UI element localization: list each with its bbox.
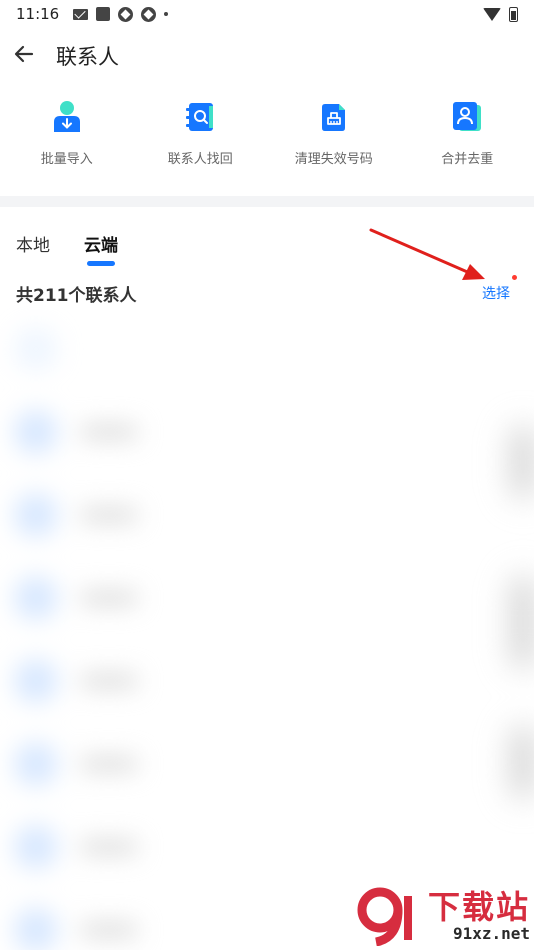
tool-clean-invalid[interactable]: 清理失效号码 — [267, 100, 401, 167]
scroll-edge-shadow — [512, 577, 534, 667]
battery-icon — [509, 6, 518, 22]
count-row: 共211个联系人 选择 — [16, 275, 518, 306]
avatar — [14, 907, 58, 950]
contact-book-search-icon — [186, 103, 214, 131]
tool-batch-import[interactable]: 批量导入 — [0, 100, 134, 167]
aperture-icon — [118, 6, 134, 22]
tab-cloud[interactable]: 云端 — [84, 231, 118, 256]
mail-icon — [73, 8, 89, 20]
name-placeholder — [80, 424, 138, 439]
avatar — [14, 326, 58, 371]
tab-bar: 本地 云端 — [16, 231, 118, 256]
watermark-logo-icon — [357, 887, 412, 946]
broom-clean-icon — [321, 104, 345, 131]
avatar — [14, 575, 58, 620]
header: 联系人 批量导入 联系人找回 清理失效号码 合并去重 — [0, 28, 534, 196]
tool-label: 合并去重 — [441, 152, 494, 167]
merge-contact-icon — [453, 102, 482, 131]
wifi-icon — [483, 7, 501, 21]
tool-contact-recover[interactable]: 联系人找回 — [134, 100, 268, 167]
square-icon — [96, 7, 111, 21]
avatar — [14, 741, 58, 786]
watermark-cn: 下载站 — [427, 887, 530, 926]
status-time: 11:16 — [16, 5, 60, 23]
scroll-edge-shadow — [512, 727, 534, 797]
watermark-en: 91xz.net — [452, 923, 530, 943]
name-placeholder — [80, 922, 138, 937]
back-button[interactable] — [10, 40, 38, 68]
status-bar: 11:16 — [0, 0, 534, 28]
tool-label: 清理失效号码 — [294, 152, 373, 167]
page-title: 联系人 — [56, 45, 119, 69]
contact-count: 共211个联系人 — [16, 285, 137, 306]
list-item[interactable] — [0, 390, 534, 473]
avatar — [14, 658, 58, 703]
watermark: 下载站 91xz.net — [356, 886, 530, 946]
tool-label: 批量导入 — [40, 152, 93, 167]
list-item[interactable] — [0, 722, 534, 805]
contacts-panel: 本地 云端 共211个联系人 选择 — [0, 207, 534, 950]
aperture-icon — [141, 6, 157, 22]
contact-list — [0, 307, 534, 950]
name-placeholder — [80, 590, 138, 605]
name-placeholder — [80, 756, 138, 771]
avatar — [14, 492, 58, 537]
avatar — [14, 409, 58, 454]
tab-local[interactable]: 本地 — [16, 231, 50, 256]
list-item[interactable] — [0, 473, 534, 556]
tool-label: 联系人找回 — [167, 152, 233, 167]
list-item[interactable] — [0, 556, 534, 639]
tool-row: 批量导入 联系人找回 清理失效号码 合并去重 — [0, 100, 534, 167]
name-placeholder — [80, 673, 138, 688]
arrow-left-icon — [14, 45, 34, 63]
list-item[interactable] — [0, 307, 534, 390]
name-placeholder — [80, 507, 138, 522]
list-item[interactable] — [0, 805, 534, 888]
select-button[interactable]: 选择 — [482, 275, 517, 303]
person-download-icon — [53, 101, 80, 132]
name-placeholder — [80, 839, 138, 854]
dot-icon — [164, 12, 169, 16]
tool-merge-dedupe[interactable]: 合并去重 — [401, 100, 534, 167]
avatar — [14, 824, 58, 869]
list-item[interactable] — [0, 639, 534, 722]
scroll-edge-shadow — [512, 427, 534, 497]
